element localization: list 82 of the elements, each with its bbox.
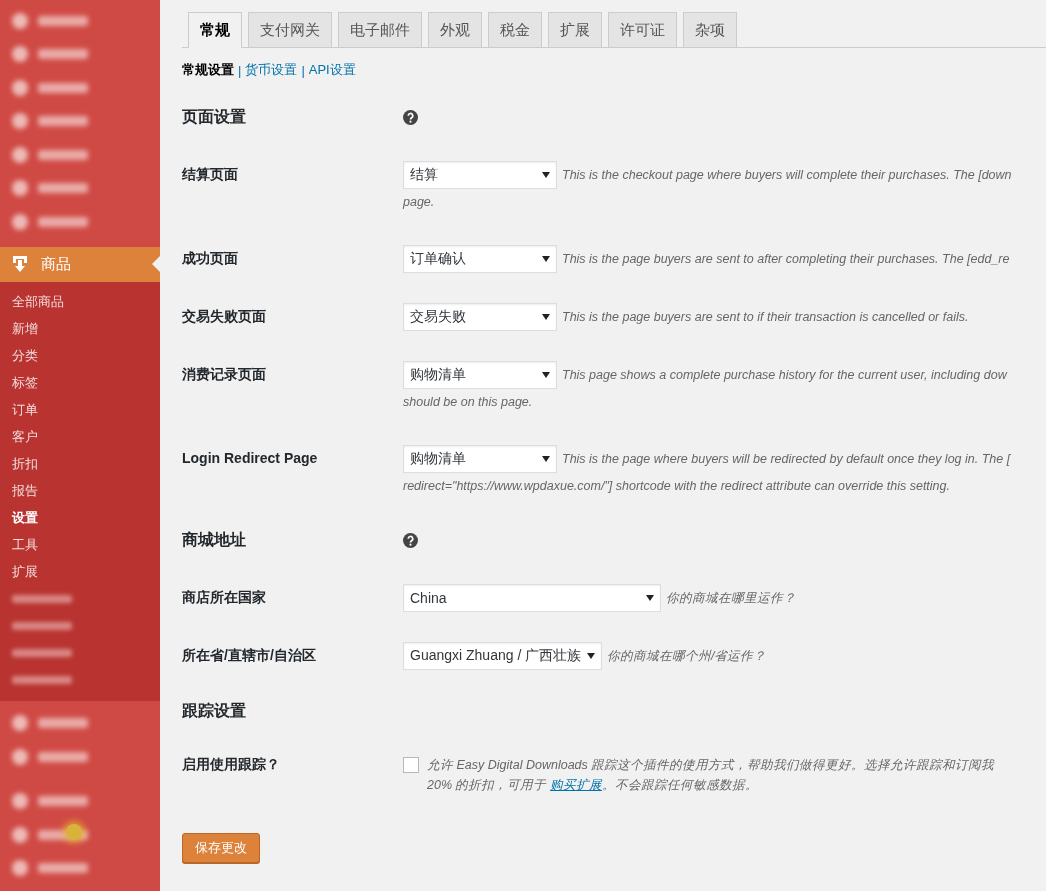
help-icon[interactable] [403, 109, 418, 125]
field-description: This is the page buyers are sent to after completing their purchases. The [edd_re [562, 251, 1010, 268]
field-description: This page shows a complete purchase history for the current user, including dow [562, 367, 1007, 384]
settings-tab[interactable]: 扩展 [548, 12, 602, 47]
blurred-menu-item[interactable] [12, 793, 88, 810]
download-icon [11, 255, 29, 273]
separator: | [301, 62, 305, 78]
caret-icon [542, 372, 550, 378]
section-heading: 商城地址 [182, 529, 247, 550]
settings-tab[interactable]: 电子邮件 [338, 12, 422, 47]
submenu-item[interactable]: 客户 [0, 423, 160, 451]
help-icon[interactable] [403, 532, 418, 548]
blurred-menu-item[interactable] [12, 180, 88, 197]
caret-icon [542, 456, 550, 462]
blurred-menu-item[interactable] [12, 715, 88, 732]
caret-icon [542, 172, 550, 178]
submenu-item[interactable]: 设置 [0, 504, 160, 532]
submenu-item[interactable]: 标签 [0, 369, 160, 397]
location-select[interactable]: China [403, 584, 661, 612]
settings-tab[interactable]: 支付网关 [248, 12, 332, 47]
highlight-dot [66, 823, 82, 840]
field-description: This is the page where buyers will be redirected by default once they log in. The [ [562, 451, 1011, 468]
caret-icon [646, 595, 654, 601]
page-select[interactable]: 购物清单 [403, 445, 557, 473]
page-select[interactable]: 购物清单 [403, 361, 557, 389]
page-select[interactable]: 结算 [403, 161, 557, 189]
section-heading: 跟踪设置 [182, 700, 247, 721]
page-select[interactable]: 交易失败 [403, 303, 557, 331]
field-description: 你的商城在哪个州/省运作？ [607, 648, 767, 665]
field-description: This is the page buyers are sent to if their transaction is cancelled or fails. [562, 309, 969, 326]
checkbox[interactable] [403, 757, 419, 773]
blurred-menu-item[interactable] [12, 860, 88, 877]
subsection-link[interactable]: 常规设置 [182, 61, 234, 79]
blurred-submenu-item[interactable] [12, 595, 72, 603]
field-label: Login Redirect Page [182, 449, 319, 468]
location-select[interactable]: Guangxi Zhuang / 广西壮族 [403, 642, 602, 670]
blurred-menu-item[interactable] [12, 46, 88, 63]
blurred-menu-item[interactable] [12, 79, 88, 96]
field-label: 消费记录页面 [182, 365, 267, 384]
submenu-item[interactable]: 新增 [0, 315, 160, 343]
subsection-link[interactable]: API设置 [308, 61, 356, 79]
submenu-item[interactable]: 折扣 [0, 450, 160, 478]
separator: | [238, 62, 242, 78]
field-label: 启用使用跟踪？ [182, 755, 281, 774]
field-description: redirect="https://www.wpdaxue.com/"] shortcode with the redirect attribute can override this setting. [403, 478, 950, 495]
purchase-extensions-link[interactable]: 购买扩展 [549, 778, 602, 792]
submenu-item[interactable]: 报告 [0, 477, 160, 505]
section-heading: 页面设置 [182, 106, 247, 127]
settings-tab[interactable]: 许可证 [608, 12, 677, 47]
blurred-menu-item[interactable] [12, 146, 88, 163]
caret-icon [542, 256, 550, 262]
submenu-item[interactable]: 全部商品 [0, 288, 160, 316]
settings-tab[interactable]: 常规 [188, 12, 242, 48]
field-label: 交易失败页面 [182, 307, 267, 326]
subsection-link[interactable]: 货币设置 [245, 61, 298, 79]
field-label: 商店所在国家 [182, 588, 267, 607]
blurred-menu-item[interactable] [12, 213, 88, 230]
settings-tab[interactable]: 税金 [488, 12, 542, 47]
submenu-item[interactable]: 分类 [0, 342, 160, 370]
settings-tab[interactable]: 外观 [428, 12, 482, 47]
current-menu-pointer [152, 255, 160, 272]
field-label: 结算页面 [182, 165, 239, 184]
field-description: 你的商城在哪里运作？ [666, 590, 796, 607]
submenu-item[interactable]: 工具 [0, 531, 160, 559]
caret-icon [542, 314, 550, 320]
field-description: page. [403, 194, 435, 211]
blurred-submenu-item[interactable] [12, 649, 72, 657]
settings-tab[interactable]: 杂项 [683, 12, 737, 47]
submenu-item[interactable]: 订单 [0, 396, 160, 424]
field-description: should be on this page. [403, 394, 533, 411]
field-label: 所在省/直辖市/自治区 [182, 646, 317, 665]
field-description: This is the checkout page where buyers will complete their purchases. The [down [562, 167, 1012, 184]
blurred-submenu-item[interactable] [12, 622, 72, 630]
blurred-menu-item[interactable] [12, 748, 88, 765]
checkbox-description: 允许 Easy Digital Downloads 跟踪这个插件的使用方式，帮助我们做得更好。选择允许跟踪和订阅我 20% 的折扣，可用于 购买扩展。不会跟踪任何敏感数据。 [427, 757, 995, 794]
page-select[interactable]: 订单确认 [403, 245, 557, 273]
field-label: 成功页面 [182, 249, 239, 268]
blurred-submenu-item[interactable] [12, 676, 72, 684]
caret-icon [587, 653, 596, 659]
blurred-menu-item[interactable] [12, 12, 88, 29]
submenu-item[interactable]: 扩展 [0, 558, 160, 586]
blurred-menu-item[interactable] [12, 113, 88, 130]
